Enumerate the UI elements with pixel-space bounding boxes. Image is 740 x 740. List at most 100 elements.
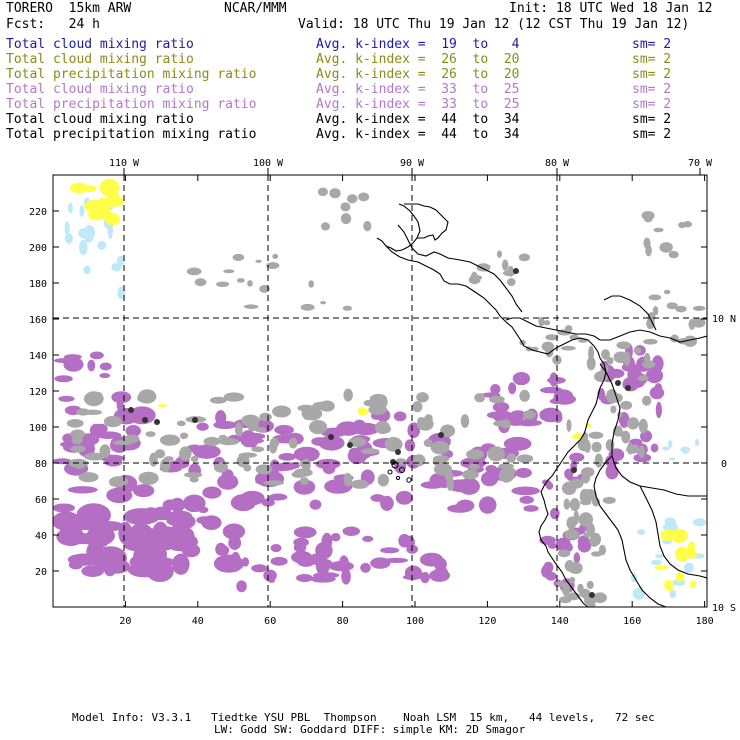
cloud-cell [581, 467, 595, 477]
light-blue-cell [661, 446, 670, 451]
precip-cell [605, 464, 619, 480]
cloud-cell [638, 418, 648, 434]
cloud-cell [498, 463, 514, 470]
yellow-cell [660, 529, 677, 541]
cloud-cell [234, 422, 243, 437]
cloud-cell [578, 512, 594, 527]
y-tick-label: 220 [29, 207, 47, 218]
cloud-cell [216, 281, 230, 288]
cloud-cell [340, 213, 352, 225]
precip-cell [293, 542, 307, 553]
yellow-cell [689, 580, 697, 589]
cloud-cell [541, 341, 555, 352]
cloud-cell [218, 437, 240, 446]
cloud-cell [496, 250, 503, 258]
cloud-cell [506, 453, 517, 463]
cloud-cell [186, 267, 202, 276]
precip-cell [515, 467, 532, 478]
cloud-cell [382, 424, 391, 434]
precip-cell [85, 510, 100, 519]
light-blue-cell [67, 202, 73, 214]
light-blue-cell [693, 518, 707, 527]
precip-cell [54, 375, 73, 383]
precip-cell [228, 535, 242, 550]
cloud-cell [641, 210, 655, 220]
yellow-cell [675, 572, 685, 582]
dark-cloud-core [513, 268, 519, 274]
dark-cloud-core [615, 380, 621, 386]
cloud-cell [557, 549, 571, 558]
precip-cell [241, 557, 250, 567]
cloud-cell [652, 306, 659, 316]
precip-cell [451, 479, 475, 493]
cloud-cell [255, 259, 262, 263]
precip-cell [196, 422, 209, 431]
cloud-cell [605, 439, 615, 452]
cloud-cell [342, 305, 353, 311]
precip-cell [54, 358, 74, 364]
cloud-cell [412, 401, 423, 413]
precip-cell [270, 556, 288, 566]
x-tick-label: 80 [337, 616, 349, 627]
cloud-cell [288, 437, 298, 449]
light-blue-cell [79, 239, 88, 256]
map-panel: 2040608010012014016018020022024026028030… [29, 158, 736, 627]
cloud-cell [213, 461, 228, 473]
cloud-cell [594, 453, 603, 468]
precip-cell [313, 558, 333, 567]
cloud-cell [522, 410, 536, 420]
cloud-cell [561, 481, 577, 495]
cloud-cell [583, 532, 592, 538]
dark-cloud-core [328, 434, 334, 440]
cloud-cell [66, 418, 84, 428]
light-blue-cell [632, 587, 645, 600]
y-tick-label: 100 [29, 423, 47, 434]
precip-cell [236, 580, 247, 593]
precip-cell [362, 535, 374, 542]
longitude-label: 90 W [400, 158, 425, 169]
precip-cell [146, 560, 174, 583]
cloud-cell [610, 405, 617, 414]
precip-cell [478, 496, 497, 514]
precip-cell [270, 544, 282, 553]
cloud-cell [562, 582, 571, 597]
cloud-cell [569, 562, 583, 575]
precip-cell [166, 515, 195, 527]
cloud-cell [416, 392, 429, 403]
cloud-cell [256, 427, 267, 433]
precip-cell [58, 395, 75, 402]
x-tick-label: 100 [406, 616, 424, 627]
x-tick-label: 40 [192, 616, 204, 627]
cloud-cell [476, 263, 491, 272]
precip-cell [172, 553, 190, 575]
cloud-cell [493, 420, 506, 427]
cloud-cell [642, 395, 652, 406]
precip-cell [456, 499, 475, 512]
light-blue-cell [64, 221, 70, 236]
precip-cell [291, 550, 313, 564]
cloud-cell [163, 456, 174, 462]
cloud-cell [519, 389, 530, 402]
cloud-cell [666, 302, 678, 310]
cloud-cell [568, 526, 575, 538]
cloud-cell [598, 544, 607, 556]
cloud-cell [569, 498, 580, 512]
precip-cell [231, 551, 241, 566]
cloud-cell [543, 320, 551, 326]
precip-cell [240, 490, 265, 506]
dark-cloud-core [571, 467, 577, 473]
cloud-cell [232, 253, 245, 261]
precip-cell [649, 386, 665, 400]
cloud-cell [591, 441, 602, 453]
precip-cell [295, 573, 313, 583]
precip-cell [655, 401, 662, 419]
cloud-cell [243, 304, 259, 309]
cloud-cell [430, 440, 450, 455]
light-blue-cell [654, 554, 664, 559]
precip-cell [393, 411, 407, 422]
precip-cell [164, 525, 195, 546]
precip-cell [573, 552, 581, 564]
cloud-cell [243, 464, 252, 472]
cloud-cell [350, 479, 370, 489]
precip-cell [496, 405, 507, 411]
